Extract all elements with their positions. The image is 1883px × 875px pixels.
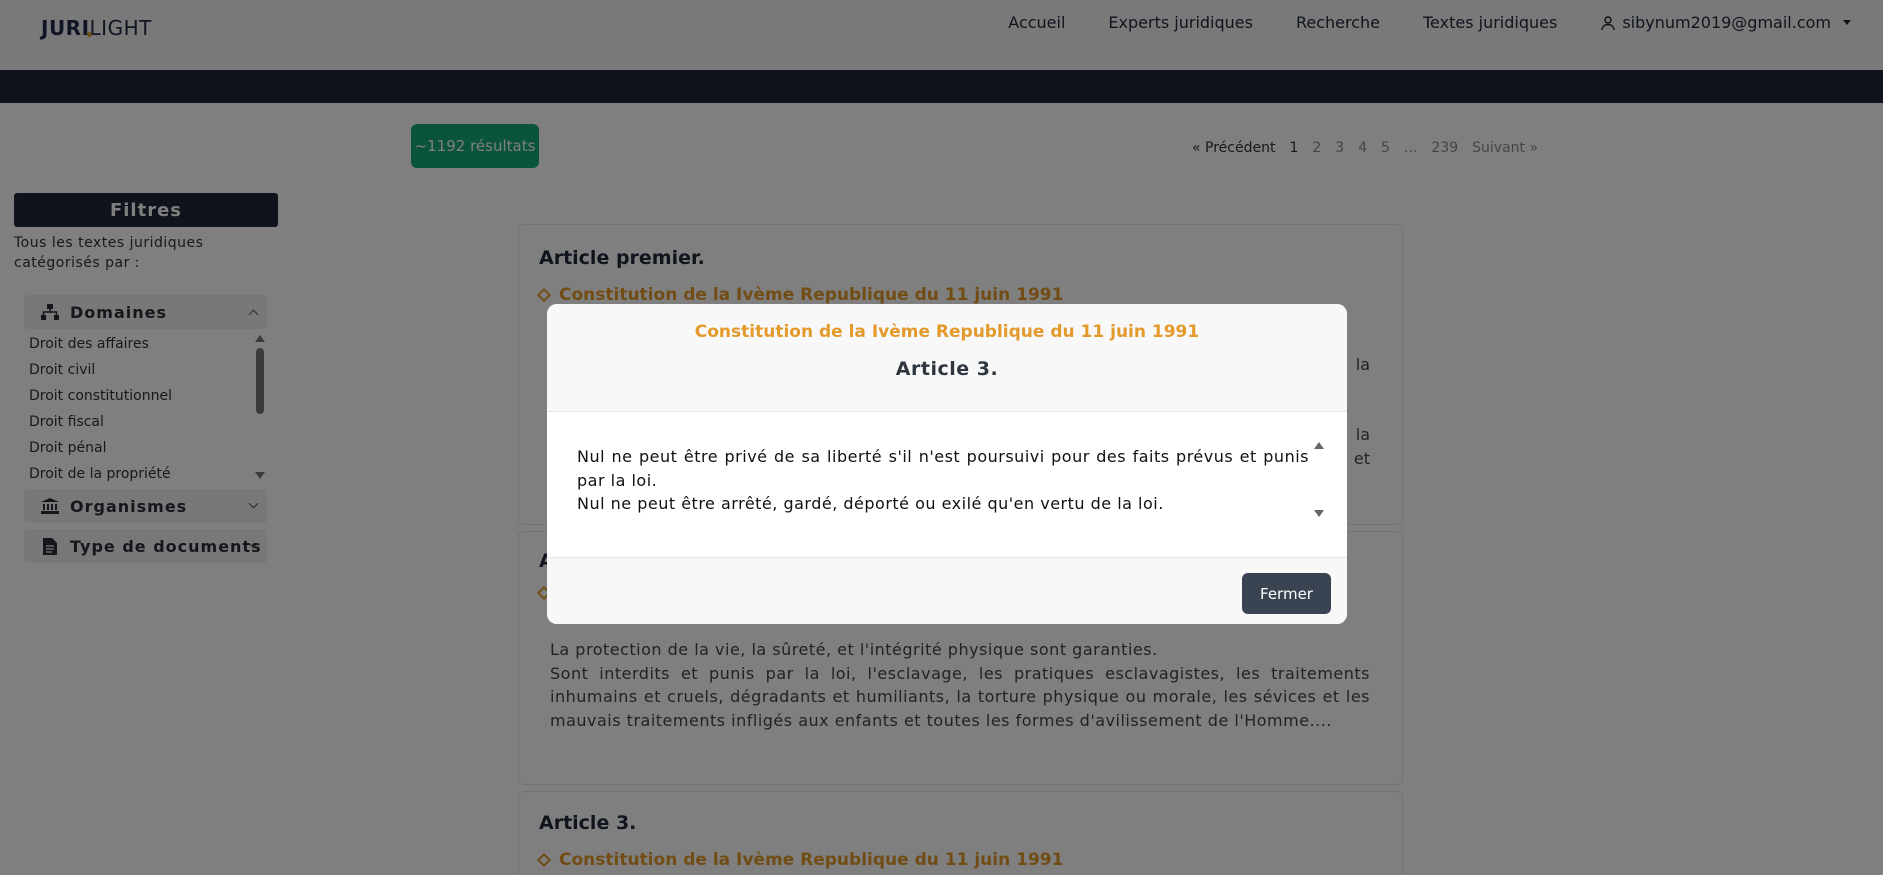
- modal-text: Nul ne peut être privé de sa liberté s'i…: [577, 447, 1309, 513]
- scroll-up-icon[interactable]: [1314, 442, 1324, 449]
- modal-title: Article 3.: [895, 358, 999, 380]
- modal-header: Constitution de la Ivème Republique du 1…: [547, 304, 1347, 412]
- modal-source: Constitution de la Ivème Republique du 1…: [694, 322, 1200, 342]
- modal-body[interactable]: Nul ne peut être privé de sa liberté s'i…: [547, 412, 1347, 557]
- close-button[interactable]: Fermer: [1242, 573, 1331, 614]
- modal-footer: Fermer: [547, 557, 1347, 624]
- article-modal: Constitution de la Ivème Republique du 1…: [547, 304, 1347, 624]
- scroll-down-icon[interactable]: [1314, 510, 1324, 517]
